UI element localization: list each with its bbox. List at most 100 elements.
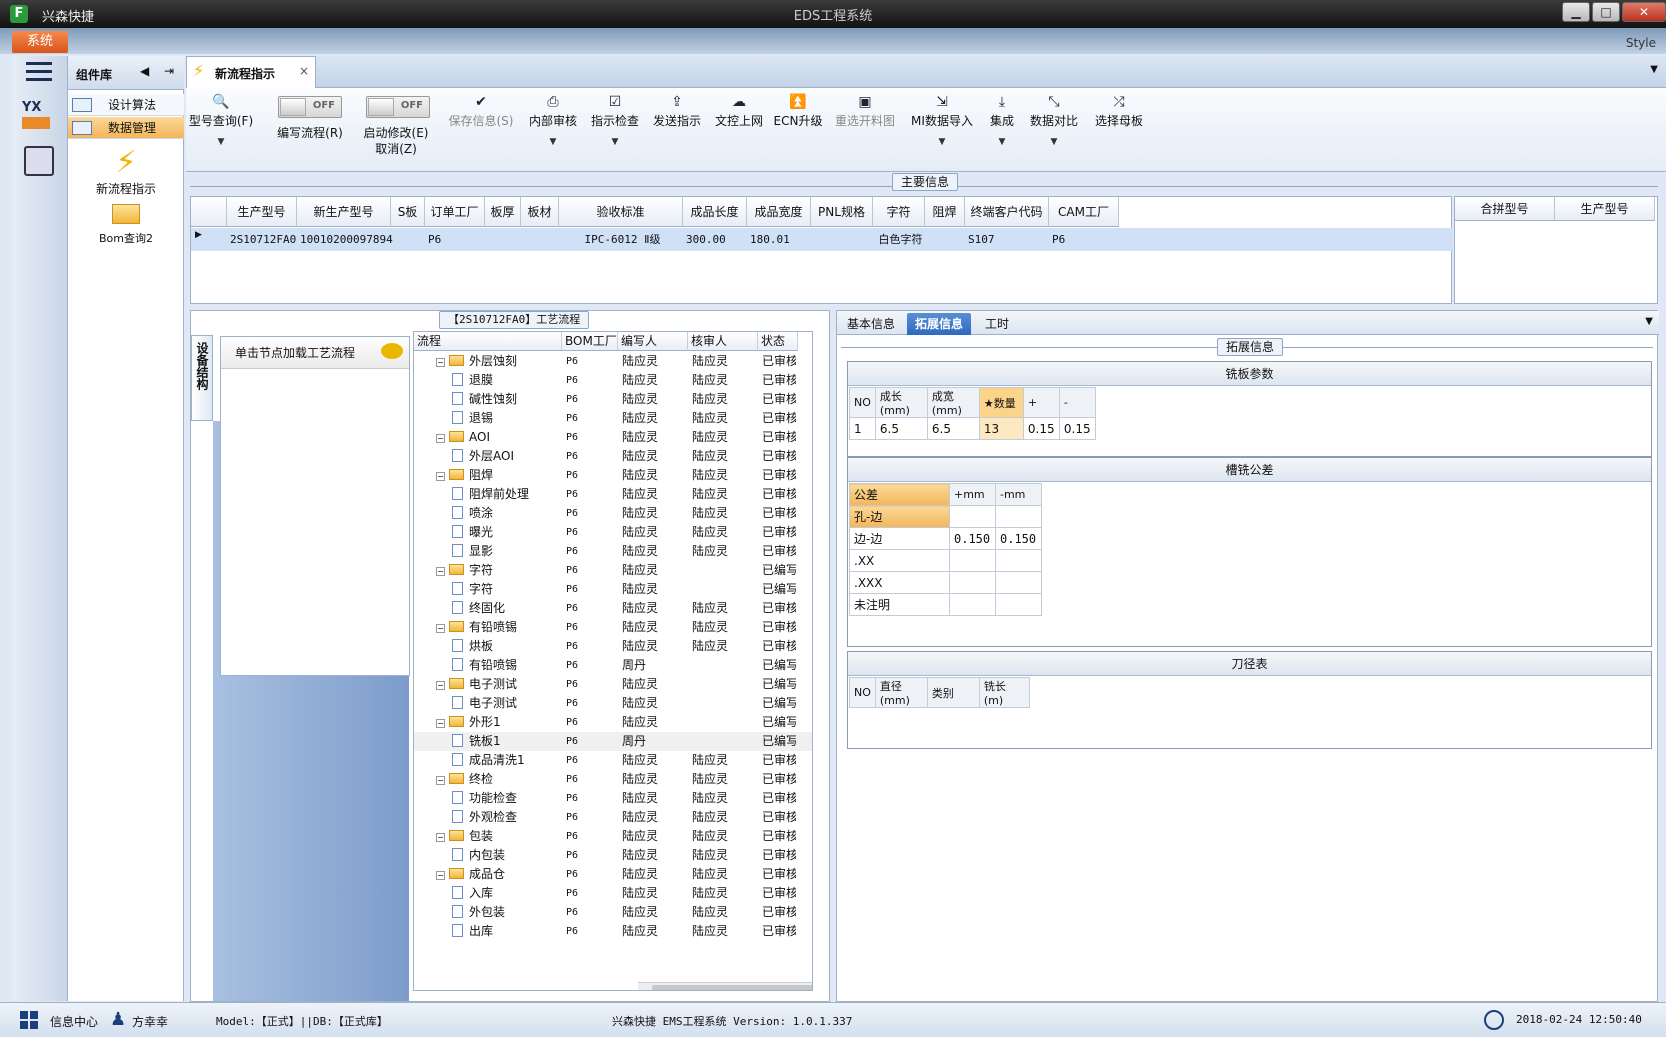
pin-icon[interactable]: ⇥ bbox=[164, 64, 174, 78]
horizontal-scrollbar[interactable] bbox=[638, 982, 812, 990]
tab-basic-info[interactable]: 基本信息 bbox=[839, 313, 903, 335]
tool-col-header[interactable]: 类别 bbox=[926, 677, 980, 708]
collapse-toggle-icon[interactable]: − bbox=[436, 719, 445, 728]
send-indicate-button[interactable]: ⇪ 发送指示 bbox=[648, 94, 706, 129]
table-row[interactable]: .XXX bbox=[849, 571, 1042, 594]
col-header-bom-factory[interactable]: BOM工厂 bbox=[562, 332, 618, 351]
tree-group-row[interactable]: − 成品仓 P6 陆应灵 陆应灵 已审核 bbox=[414, 865, 812, 884]
col-header-status[interactable]: 状态 bbox=[758, 332, 798, 351]
tree-row[interactable]: 字符 P6 陆应灵 已编写 bbox=[414, 580, 812, 599]
mill-cell[interactable]: 13 bbox=[978, 417, 1024, 440]
mill-cell[interactable]: 0.15 bbox=[1058, 417, 1096, 440]
grid-cell[interactable]: 10010200097894 bbox=[300, 229, 393, 251]
tool-col-header[interactable]: NO bbox=[849, 677, 876, 708]
tolerance-cell[interactable]: 0.150 bbox=[995, 527, 1042, 550]
mill-col-header[interactable]: 成长(mm) bbox=[874, 387, 928, 418]
tree-row[interactable]: 外层AOI P6 陆应灵 陆应灵 已审核 bbox=[414, 447, 812, 466]
tree-row[interactable]: 碱性蚀刻 P6 陆应灵 陆应灵 已审核 bbox=[414, 390, 812, 409]
bom-query-tool[interactable]: Bom查询2 bbox=[68, 204, 184, 246]
mill-cell[interactable]: 6.5 bbox=[926, 417, 980, 440]
collapse-toggle-icon[interactable]: − bbox=[436, 358, 445, 367]
grid-cell[interactable] bbox=[928, 229, 965, 251]
internal-review-button[interactable]: ⎙ 内部审核 ▼ bbox=[524, 94, 582, 147]
collapse-toggle-icon[interactable]: − bbox=[436, 567, 445, 576]
collapse-toggle-icon[interactable]: − bbox=[436, 434, 445, 443]
grid-cell[interactable]: P6 bbox=[1052, 229, 1119, 251]
tree-row[interactable]: 有铅喷锡 P6 周丹 已编写 bbox=[414, 656, 812, 675]
tree-row[interactable]: 阻焊前处理 P6 陆应灵 陆应灵 已审核 bbox=[414, 485, 812, 504]
tree-row[interactable]: 出库 P6 陆应灵 陆应灵 已审核 bbox=[414, 922, 812, 941]
mill-col-header[interactable]: + bbox=[1022, 387, 1060, 418]
collapse-toggle-icon[interactable]: − bbox=[436, 681, 445, 690]
data-compare-button[interactable]: ⤡ 数据对比 ▼ bbox=[1024, 94, 1084, 147]
grid-col-header[interactable]: 板材 bbox=[521, 197, 559, 227]
tree-row[interactable]: 外包装 P6 陆应灵 陆应灵 已审核 bbox=[414, 903, 812, 922]
tree-group-row[interactable]: − AOI P6 陆应灵 陆应灵 已审核 bbox=[414, 428, 812, 447]
tolerance-cell[interactable] bbox=[949, 505, 996, 528]
tolerance-cell[interactable] bbox=[949, 593, 996, 616]
tolerance-cell[interactable] bbox=[995, 505, 1042, 528]
lib-item-design-algorithm[interactable]: 设计算法 bbox=[68, 94, 184, 116]
tolerance-col-header[interactable]: 公差 bbox=[849, 483, 950, 506]
grid-col-header[interactable]: CAM工厂 bbox=[1049, 197, 1119, 227]
grid-cell[interactable]: 2S10712FA0 bbox=[230, 229, 297, 251]
grid-col-header[interactable]: S板 bbox=[391, 197, 425, 227]
tree-group-row[interactable]: − 电子测试 P6 陆应灵 已编写 bbox=[414, 675, 812, 694]
col-header-writer[interactable]: 编写人 bbox=[618, 332, 688, 351]
tool-col-header[interactable]: 直径(mm) bbox=[874, 677, 928, 708]
grid-cell[interactable] bbox=[488, 229, 521, 251]
grid-col-header[interactable]: 字符 bbox=[873, 197, 925, 227]
tolerance-cell[interactable]: 0.150 bbox=[949, 527, 996, 550]
tool-col-header[interactable]: 铣长(m) bbox=[978, 677, 1030, 708]
indicate-check-button[interactable]: ☑ 指示检查 ▼ bbox=[586, 94, 644, 147]
tab-extended-info[interactable]: 拓展信息 bbox=[907, 313, 972, 335]
table-row[interactable]: .XX bbox=[849, 549, 1042, 572]
reselect-cut-chart-button[interactable]: ▣ 重选开料图 bbox=[830, 94, 900, 129]
tree-row[interactable]: 内包装 P6 陆应灵 陆应灵 已审核 bbox=[414, 846, 812, 865]
lib-item-data-management[interactable]: 数据管理 bbox=[68, 117, 184, 139]
table-row[interactable]: 孔-边 bbox=[849, 505, 1042, 528]
tree-row[interactable]: 成品清洗1 P6 陆应灵 陆应灵 已审核 bbox=[414, 751, 812, 770]
collapse-left-icon[interactable]: ◀ bbox=[140, 64, 149, 78]
tab-new-flow-indicate[interactable]: ⚡ 新流程指示 × bbox=[186, 56, 316, 89]
info-center-button[interactable]: 信息中心 bbox=[50, 1013, 98, 1030]
tree-row[interactable]: 外观检查 P6 陆应灵 陆应灵 已审核 bbox=[414, 808, 812, 827]
grid-col-header[interactable]: 阻焊 bbox=[925, 197, 965, 227]
grid-col-header[interactable]: 成品长度 bbox=[683, 197, 747, 227]
mill-col-header[interactable]: - bbox=[1058, 387, 1096, 418]
tree-row[interactable]: 铣板1 P6 周丹 已编写 bbox=[414, 732, 812, 751]
factory-icon[interactable]: YX bbox=[22, 100, 56, 134]
tree-row[interactable]: 显影 P6 陆应灵 陆应灵 已审核 bbox=[414, 542, 812, 561]
tree-row[interactable]: 入库 P6 陆应灵 陆应灵 已审核 bbox=[414, 884, 812, 903]
calculator-icon[interactable] bbox=[24, 146, 54, 176]
maximize-button[interactable]: □ bbox=[1592, 2, 1620, 22]
col-header-reviewer[interactable]: 核审人 bbox=[688, 332, 758, 351]
enable-modify-toggle[interactable]: OFF bbox=[366, 96, 430, 118]
tree-row[interactable]: 烘板 P6 陆应灵 陆应灵 已审核 bbox=[414, 637, 812, 656]
tab-work-hours[interactable]: 工时 bbox=[977, 313, 1017, 335]
tolerance-col-header[interactable]: +mm bbox=[949, 483, 996, 506]
tab-list-dropdown-icon[interactable]: ▼ bbox=[1650, 64, 1658, 75]
mill-col-header[interactable]: 成宽(mm) bbox=[926, 387, 980, 418]
merge-col-header[interactable]: 合拼型号 bbox=[1455, 197, 1555, 221]
tree-row[interactable]: 曝光 P6 陆应灵 陆应灵 已审核 bbox=[414, 523, 812, 542]
grid-cell[interactable] bbox=[814, 229, 873, 251]
grid-cell[interactable] bbox=[394, 229, 425, 251]
tolerance-cell[interactable] bbox=[995, 549, 1042, 572]
tree-row[interactable]: 终固化 P6 陆应灵 陆应灵 已审核 bbox=[414, 599, 812, 618]
tolerance-col-header[interactable]: -mm bbox=[995, 483, 1042, 506]
grid-cell[interactable]: IPC-6012 Ⅱ级 bbox=[562, 229, 683, 251]
select-mother-board-button[interactable]: ⤮ 选择母板 bbox=[1086, 94, 1152, 129]
style-menu[interactable]: Style bbox=[1626, 36, 1656, 50]
tree-group-row[interactable]: − 外层蚀刻 P6 陆应灵 陆应灵 已审核 bbox=[414, 352, 812, 371]
tree-row[interactable]: 退膜 P6 陆应灵 陆应灵 已审核 bbox=[414, 371, 812, 390]
grid-cell[interactable]: 300.00 bbox=[686, 229, 747, 251]
close-button[interactable]: ✕ bbox=[1622, 2, 1666, 22]
grid-cell[interactable]: 白色字符 bbox=[876, 229, 925, 251]
tree-group-row[interactable]: − 字符 P6 陆应灵 已编写 bbox=[414, 561, 812, 580]
tree-group-row[interactable]: − 阻焊 P6 陆应灵 陆应灵 已审核 bbox=[414, 466, 812, 485]
collapse-toggle-icon[interactable]: − bbox=[436, 833, 445, 842]
collapse-toggle-icon[interactable]: − bbox=[436, 871, 445, 880]
tree-group-row[interactable]: − 终检 P6 陆应灵 陆应灵 已审核 bbox=[414, 770, 812, 789]
integrate-button[interactable]: ⤓ 集成 ▼ bbox=[982, 94, 1022, 147]
